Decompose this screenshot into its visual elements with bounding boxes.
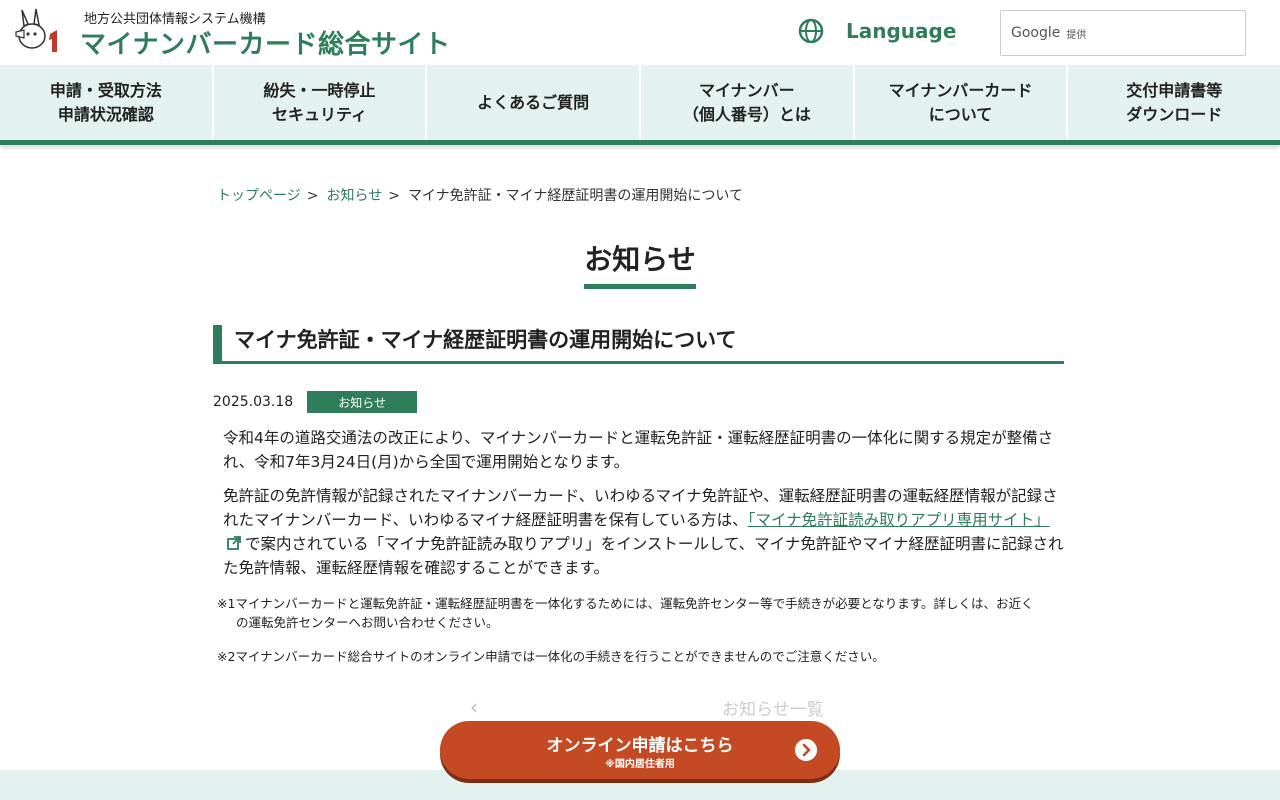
language-switcher[interactable]: Language [798, 18, 956, 44]
breadcrumb-home[interactable]: トップページ [217, 188, 301, 204]
nav-item-download[interactable]: 交付申請書等 ダウンロード [1068, 65, 1280, 140]
nav-item-faq[interactable]: よくあるご質問 [427, 65, 642, 140]
globe-icon [798, 18, 824, 44]
nav-item-application[interactable]: 申請・受取方法 申請状況確認 [0, 65, 214, 140]
nav-item-card-info[interactable]: マイナンバーカード について [855, 65, 1069, 140]
paragraph-text: で案内されている「マイナ免許証読み取りアプリ」をインストールして、マイナ免許証や… [223, 535, 1064, 577]
breadcrumb-notices[interactable]: お知らせ [326, 188, 382, 204]
notice-list-link[interactable]: お知らせ一覧 [722, 695, 824, 720]
article-paragraph-2: 免許証の免許情報が記録されたマイナンバーカード、いわゆるマイナ免許証や、運転経歴… [223, 484, 1065, 580]
cta-label: オンライン申請はこちら [546, 736, 734, 756]
article-title: マイナ免許証・マイナ経歴証明書の運用開始について [213, 325, 1064, 364]
note-1: ※1マイナンバーカードと運転免許証・運転経歴証明書を一体化するためには、運転免許… [217, 594, 1067, 632]
external-link-icon [227, 536, 241, 550]
nav-item-lost-suspend[interactable]: 紛失・一時停止 セキュリティ [214, 65, 428, 140]
note-2: ※2マイナンバーカード総合サイトのオンライン申請では一体化の手続きを行うことがで… [217, 649, 885, 664]
online-application-button[interactable]: オンライン申請はこちら ※国内居住者用 [440, 721, 840, 779]
google-search-input[interactable]: Google 提供 [1000, 10, 1246, 56]
breadcrumb-current: マイナ免許証・マイナ経歴証明書の運用開始について [407, 188, 743, 204]
article-paragraph-1: 令和4年の道路交通法の改正により、マイナンバーカードと運転免許証・運転経歴証明書… [223, 429, 1054, 471]
note-1-line-1: ※1マイナンバーカードと運転免許証・運転経歴証明書を一体化するためには、運転免許… [217, 596, 1034, 611]
article-date: 2025.03.18 [213, 394, 294, 410]
category-badge: お知らせ [307, 391, 418, 413]
breadcrumb: トップページ > お知らせ > マイナ免許証・マイナ経歴証明書の運用開始について [217, 185, 743, 205]
language-label: Language [846, 19, 957, 43]
prev-arrow-icon[interactable]: ‹ [470, 695, 478, 719]
google-brand: Google [1011, 25, 1061, 41]
cta-sublabel: ※国内居住者用 [605, 759, 675, 770]
global-nav: 申請・受取方法 申請状況確認 紛失・一時停止 セキュリティ よくあるご質問 マイ… [0, 65, 1280, 145]
site-header: 地方公共団体情報システム機構 マイナンバーカード総合サイト Language G… [0, 0, 1280, 65]
mynumber-mascot-logo[interactable] [12, 6, 62, 56]
site-title[interactable]: マイナンバーカード総合サイト [80, 24, 450, 61]
chevron-right-icon [795, 739, 817, 761]
note-1-line-2: の運転免許センターへお問い合わせください。 [236, 615, 499, 630]
page-title: お知らせ [584, 238, 696, 289]
article-meta: 2025.03.18 お知らせ [213, 391, 418, 413]
app-site-link[interactable]: 「マイナ免許証読み取りアプリ専用サイト」 [748, 511, 1050, 529]
page-title-wrap: お知らせ [0, 238, 1280, 289]
nav-item-mynumber[interactable]: マイナンバー （個人番号）とは [641, 65, 855, 140]
search-provided-label: 提供 [1066, 29, 1087, 41]
breadcrumb-separator: > [388, 188, 400, 204]
breadcrumb-separator: > [306, 188, 319, 204]
